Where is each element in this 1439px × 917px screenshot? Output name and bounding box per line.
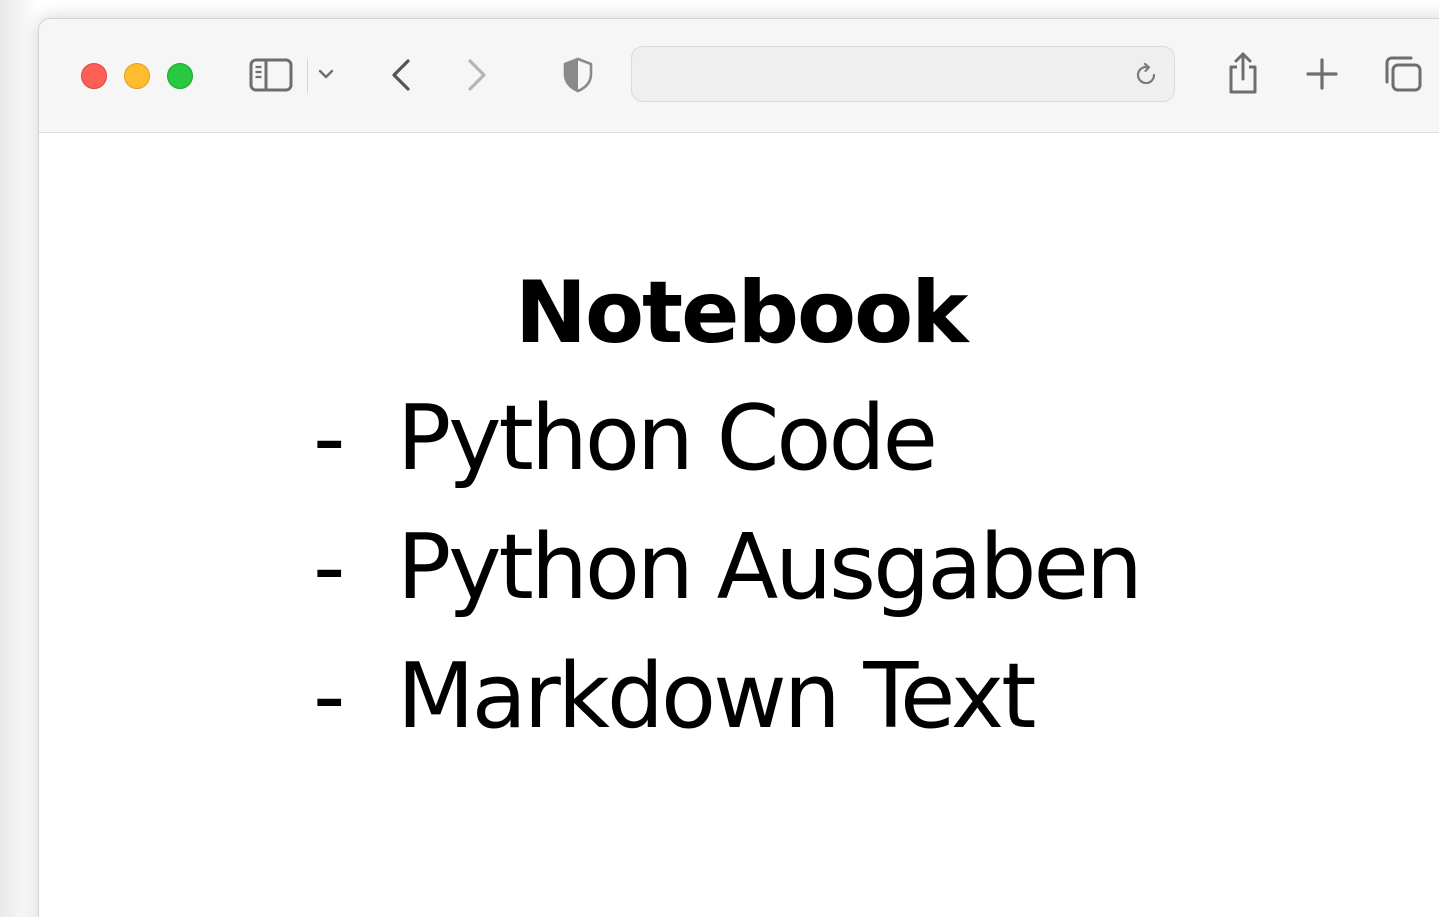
- close-window-button[interactable]: [81, 63, 107, 89]
- chevron-right-icon[interactable]: [464, 57, 490, 93]
- browser-toolbar: [39, 19, 1439, 133]
- list-item-text: Python Code: [397, 386, 938, 491]
- browser-window: Notebook - Python Code - Python Ausgaben…: [38, 18, 1439, 917]
- list-item-text: Python Ausgaben: [397, 515, 1143, 620]
- share-icon[interactable]: [1225, 51, 1261, 95]
- list-item-text: Markdown Text: [397, 644, 1036, 749]
- address-input[interactable]: [646, 55, 1120, 95]
- reload-icon[interactable]: [1132, 61, 1160, 89]
- page-content: Notebook - Python Code - Python Ausgaben…: [39, 133, 1439, 917]
- page-title: Notebook: [515, 263, 968, 363]
- list-dash: -: [313, 515, 346, 620]
- toolbar-divider: [307, 59, 308, 93]
- chevron-left-icon[interactable]: [388, 57, 414, 93]
- shield-icon[interactable]: [562, 57, 594, 93]
- desktop-background: Notebook - Python Code - Python Ausgaben…: [0, 0, 1439, 917]
- list-dash: -: [313, 644, 346, 749]
- zoom-window-button[interactable]: [167, 63, 193, 89]
- chevron-down-icon[interactable]: [317, 67, 335, 81]
- tabs-icon[interactable]: [1383, 55, 1423, 93]
- list-dash: -: [313, 386, 346, 491]
- sidebar-icon[interactable]: [249, 57, 293, 93]
- minimize-window-button[interactable]: [124, 63, 150, 89]
- address-bar[interactable]: [631, 46, 1175, 102]
- plus-icon[interactable]: [1305, 57, 1339, 91]
